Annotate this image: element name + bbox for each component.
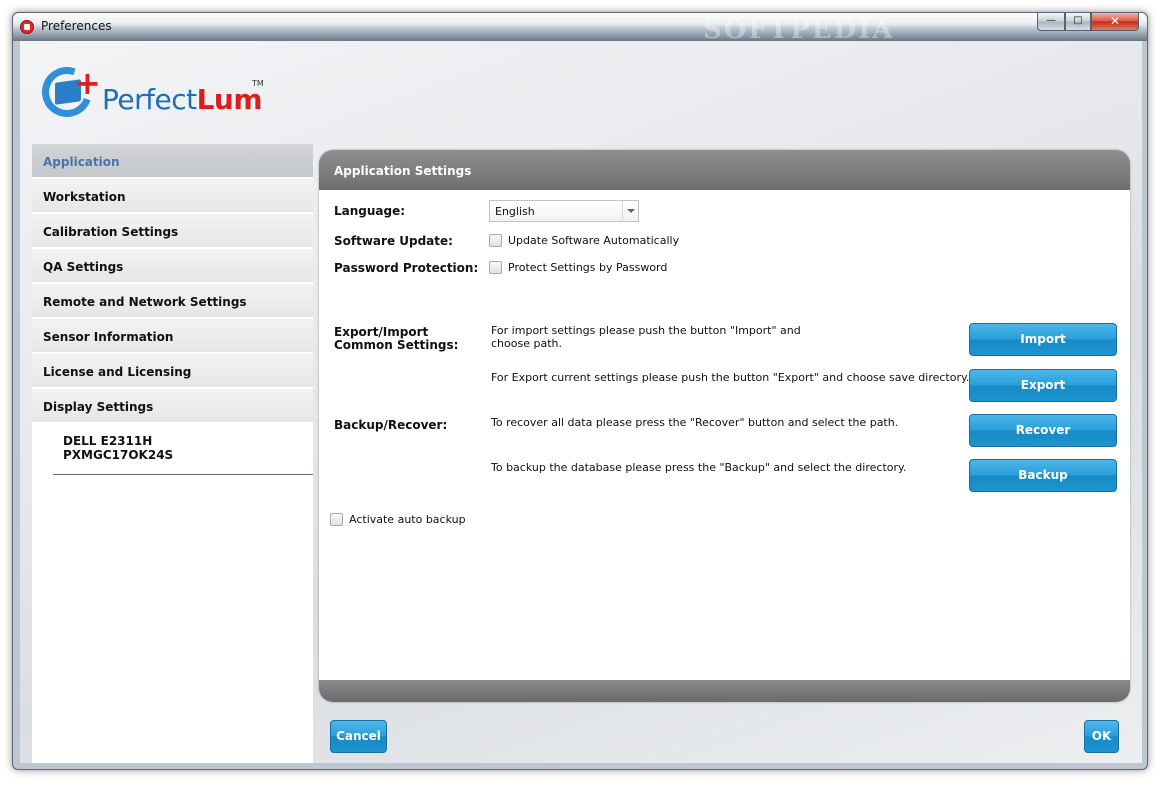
chevron-down-icon[interactable]: [622, 201, 638, 221]
device-serial: PXMGC17OK24S: [63, 448, 174, 462]
sidebar-item-license[interactable]: License and Licensing: [32, 354, 313, 388]
logo-text: PerfectLum: [102, 83, 263, 116]
panel-footer: [319, 680, 1130, 702]
device-separator: [53, 474, 313, 475]
sidebar: Application Workstation Calibration Sett…: [32, 144, 313, 763]
import-button[interactable]: Import: [969, 323, 1117, 356]
sidebar-item-calibration-settings[interactable]: Calibration Settings: [32, 214, 313, 248]
minimize-button[interactable]: —: [1037, 13, 1065, 31]
app-icon: [20, 20, 34, 34]
logo-text-plain: Perfect: [102, 83, 197, 116]
recover-description: To recover all data please press the "Re…: [491, 416, 899, 429]
export-import-label: Export/Import Common Settings:: [334, 326, 458, 352]
device-name: DELL E2311H: [63, 434, 153, 448]
perfectlum-logo: + PerfectLum TM: [33, 58, 282, 127]
password-protection-label: Password Protection:: [334, 261, 479, 275]
backup-button[interactable]: Backup: [969, 459, 1117, 492]
import-description-line2: choose path.: [491, 337, 562, 350]
sidebar-item-qa-settings[interactable]: QA Settings: [32, 249, 313, 283]
window-title: Preferences: [41, 19, 112, 33]
cancel-button[interactable]: Cancel: [330, 720, 387, 753]
logo-plus-icon: +: [74, 64, 101, 102]
recover-button[interactable]: Recover: [969, 414, 1117, 447]
application-settings-panel: Application Settings Language: English S…: [319, 150, 1130, 702]
protect-by-password-checkbox[interactable]: [489, 261, 502, 274]
auto-backup-label[interactable]: Activate auto backup: [349, 513, 466, 526]
protect-by-password-label[interactable]: Protect Settings by Password: [508, 261, 667, 274]
sidebar-item-remote-network[interactable]: Remote and Network Settings: [32, 284, 313, 318]
sidebar-item-display-settings[interactable]: Display Settings: [32, 389, 313, 423]
display-device-item[interactable]: DELL E2311H PXMGC17OK24S: [63, 434, 173, 462]
logo-trademark: TM: [252, 79, 264, 88]
client-area: + PerfectLum TM Application Workstation …: [20, 41, 1142, 763]
preferences-window: Preferences SOFTPEDIA — □ ✕ + PerfectLum…: [12, 12, 1148, 770]
sidebar-item-workstation[interactable]: Workstation: [32, 179, 313, 213]
update-automatically-checkbox[interactable]: [489, 234, 502, 247]
software-update-label: Software Update:: [334, 234, 453, 248]
sidebar-item-application[interactable]: Application: [32, 144, 313, 178]
panel-header: Application Settings: [319, 150, 1130, 190]
auto-backup-checkbox[interactable]: [330, 513, 343, 526]
sidebar-item-sensor-information[interactable]: Sensor Information: [32, 319, 313, 353]
language-select[interactable]: English: [489, 200, 639, 222]
close-button[interactable]: ✕: [1091, 13, 1139, 31]
backup-recover-label: Backup/Recover:: [334, 418, 448, 432]
import-description-line1: For import settings please push the butt…: [491, 324, 801, 337]
export-import-label-line2: Common Settings:: [334, 338, 459, 352]
language-value: English: [495, 205, 535, 218]
update-automatically-label[interactable]: Update Software Automatically: [508, 234, 679, 247]
export-description: For Export current settings please push …: [491, 371, 970, 384]
export-button[interactable]: Export: [969, 369, 1117, 402]
title-bar[interactable]: Preferences SOFTPEDIA — □ ✕: [13, 13, 1147, 45]
import-description: For import settings please push the butt…: [491, 324, 801, 350]
ok-button[interactable]: OK: [1084, 720, 1119, 753]
maximize-button[interactable]: □: [1065, 13, 1091, 31]
language-label: Language:: [334, 204, 406, 218]
backup-description: To backup the database please press the …: [491, 461, 907, 474]
